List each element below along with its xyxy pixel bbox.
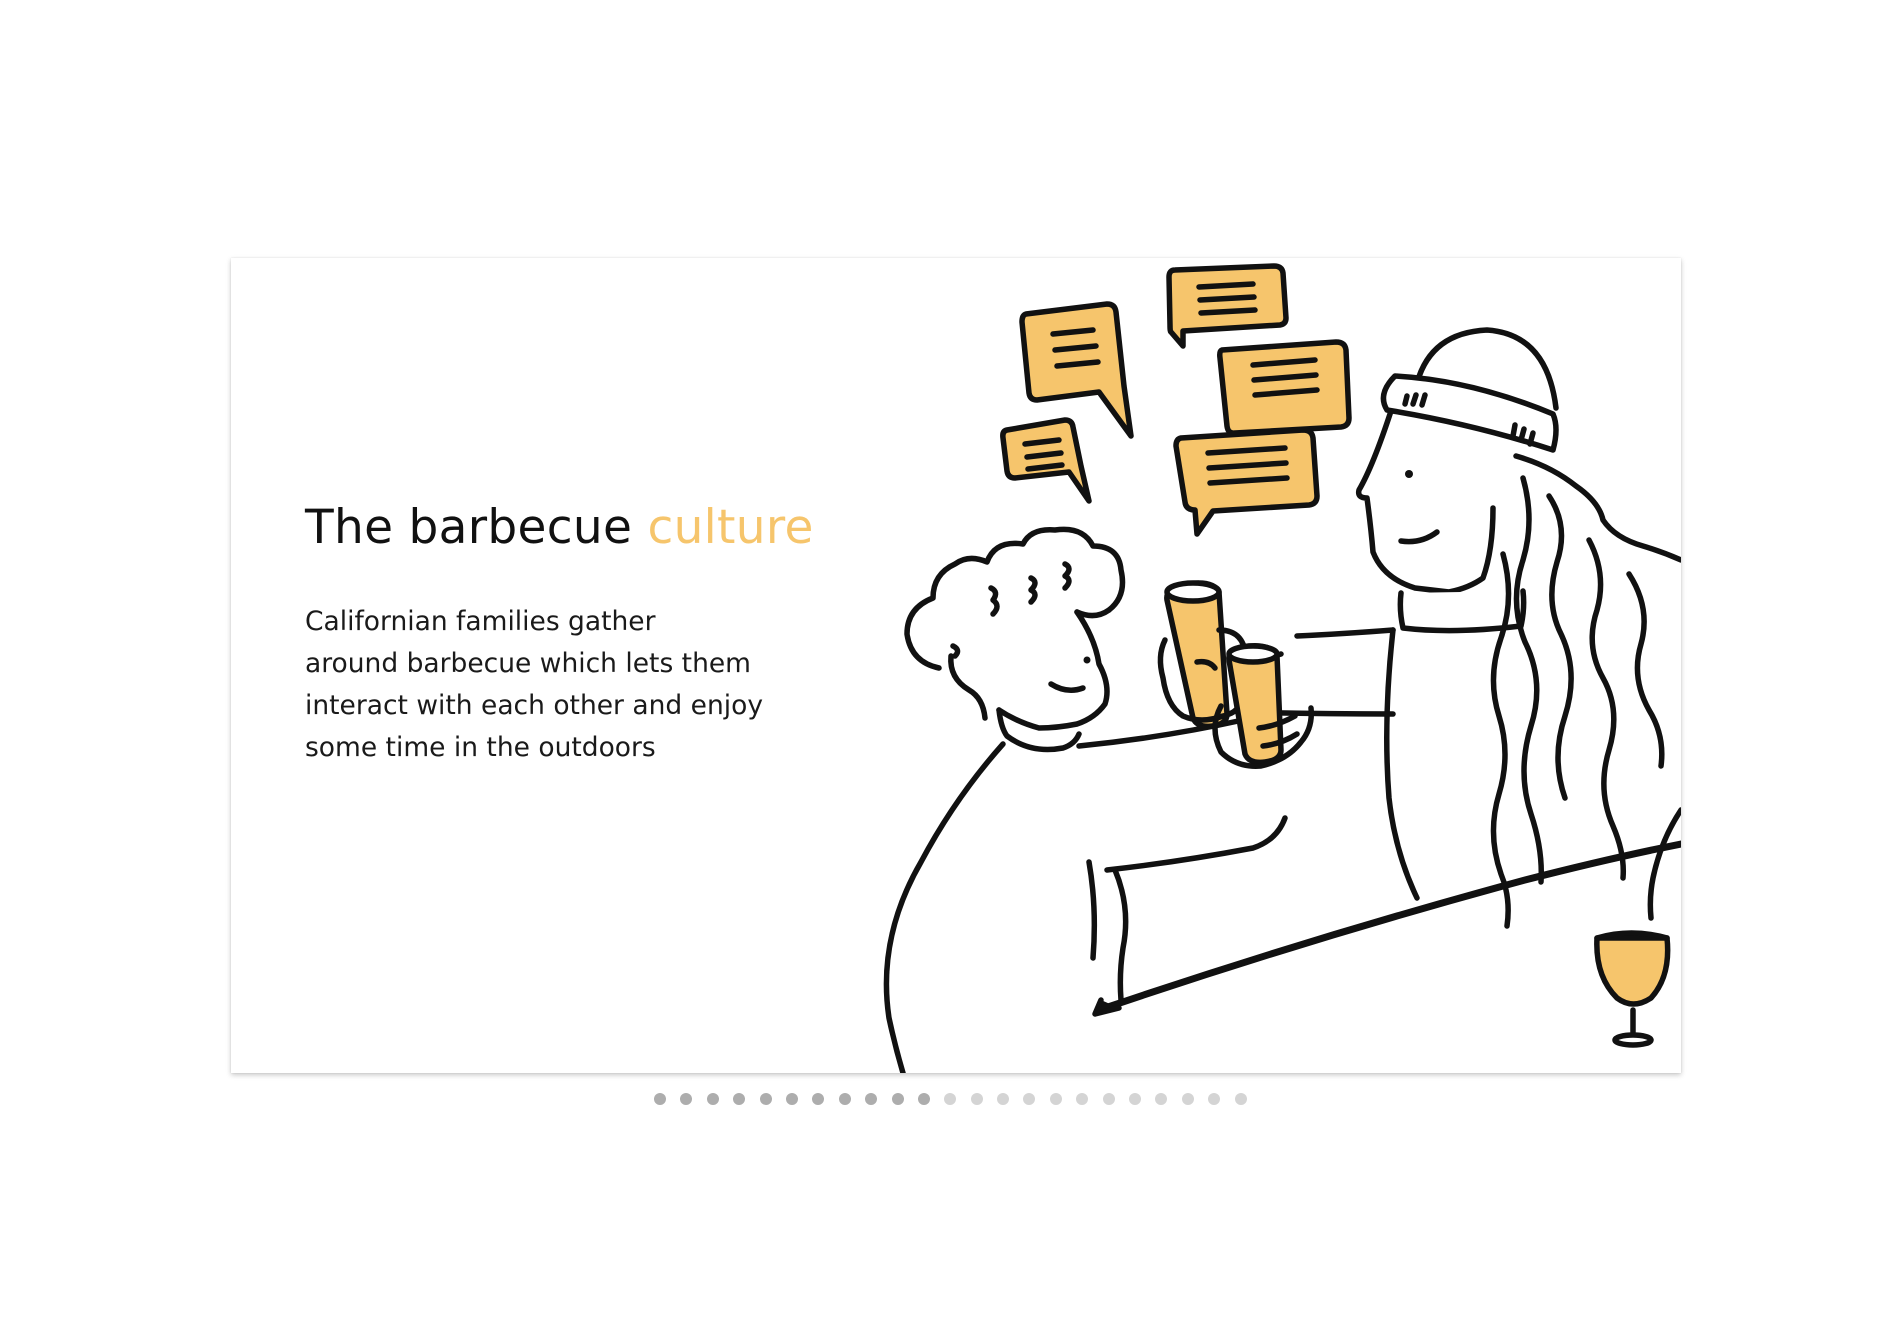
pagination-dot[interactable]: [1102, 1093, 1115, 1105]
pagination-dot[interactable]: [785, 1093, 798, 1105]
speech-bubble-icon: [1173, 427, 1320, 537]
pagination-dot[interactable]: [680, 1093, 693, 1105]
pagination-dot[interactable]: [1181, 1093, 1194, 1105]
pagination-dot[interactable]: [1155, 1093, 1168, 1105]
pagination-dot[interactable]: [706, 1093, 719, 1105]
pagination-dot[interactable]: [759, 1093, 772, 1105]
barbecue-illustration: [883, 263, 1681, 1073]
pagination-dot[interactable]: [1076, 1093, 1089, 1105]
cup-icon: [1164, 580, 1230, 730]
pagination-dot[interactable]: [1023, 1093, 1036, 1105]
pagination-dot[interactable]: [1049, 1093, 1062, 1105]
pagination-dot[interactable]: [1208, 1093, 1221, 1105]
pagination-dot[interactable]: [944, 1093, 957, 1105]
pagination-dot[interactable]: [1129, 1093, 1142, 1105]
pagination-dot[interactable]: [865, 1093, 878, 1105]
pagination-dot[interactable]: [1234, 1093, 1247, 1105]
slide-pagination[interactable]: [654, 1093, 1247, 1107]
speech-bubble-icon: [1019, 301, 1134, 439]
page: The barbecue culture Californian familie…: [0, 0, 1900, 1344]
pagination-dot[interactable]: [654, 1093, 666, 1105]
pagination-dot[interactable]: [891, 1093, 904, 1105]
pagination-dot[interactable]: [733, 1093, 746, 1105]
pagination-dot[interactable]: [838, 1093, 851, 1105]
wine-glass-icon: [1594, 930, 1671, 1048]
speech-bubble-icon: [1217, 339, 1352, 436]
pagination-dot[interactable]: [997, 1093, 1010, 1105]
pagination-dot-current[interactable]: [917, 1093, 930, 1105]
pagination-dot[interactable]: [970, 1093, 983, 1105]
slide-card: The barbecue culture Californian familie…: [231, 258, 1681, 1073]
speech-bubble-icon: [1166, 263, 1289, 349]
speech-bubble-icon: [1000, 417, 1092, 504]
pagination-dot[interactable]: [812, 1093, 825, 1105]
